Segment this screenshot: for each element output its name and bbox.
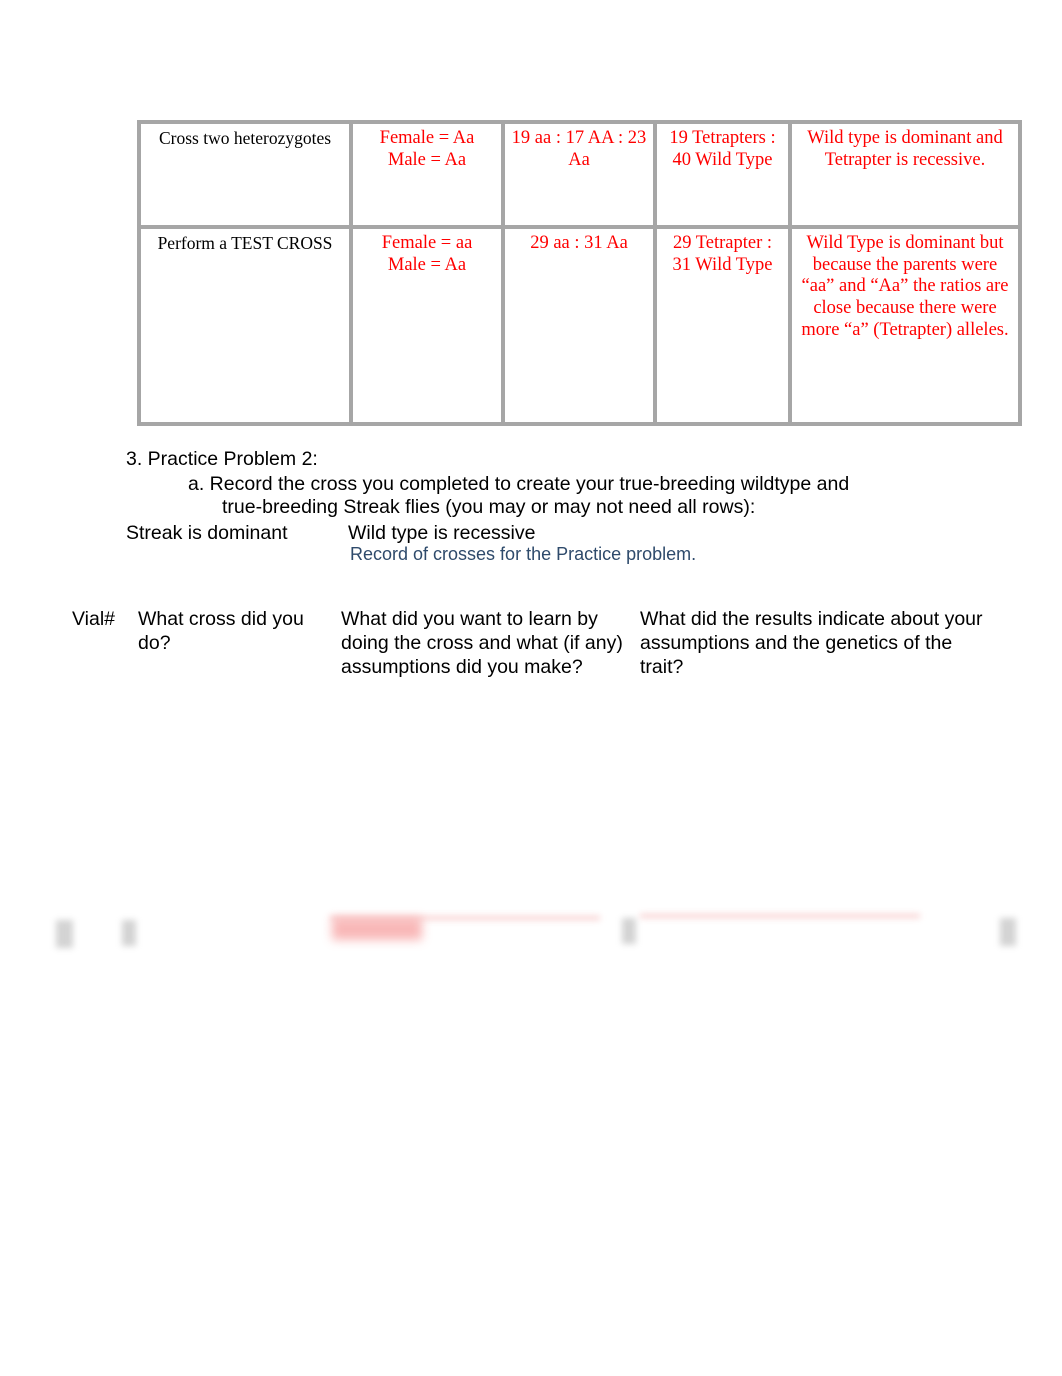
- table-row: Cross two heterozygotes Female = Aa Male…: [137, 120, 1022, 229]
- practice-problem-item-a-line2: true-breeding Streak flies (you may or m…: [222, 496, 756, 518]
- cell-cross-label: Perform a TEST CROSS: [137, 225, 353, 426]
- column-header-cross: What cross did you do?: [138, 608, 304, 654]
- artifact-mark: [332, 918, 422, 940]
- practice-problem-item-a-line1: a. Record the cross you completed to cre…: [188, 473, 850, 495]
- cell-conclusion: Wild type is dominant and Tetrapter is r…: [788, 120, 1022, 229]
- artifact-mark: [56, 920, 73, 948]
- practice-problem-heading: 3. Practice Problem 2:: [126, 448, 318, 470]
- artifact-mark: [640, 914, 920, 918]
- cell-cross-label: Cross two heterozygotes: [137, 120, 353, 229]
- artifact-mark: [622, 918, 636, 944]
- column-header-vial: Vial#: [72, 608, 116, 630]
- column-header-learn: What did you want to learn by doing the …: [341, 608, 623, 678]
- record-table-caption: Record of crosses for the Practice probl…: [350, 544, 697, 564]
- cell-phenotype-ratio: 29 Tetrapter : 31 Wild Type: [653, 225, 792, 426]
- artifact-mark: [122, 920, 136, 946]
- cross-results-table: Cross two heterozygotes Female = Aa Male…: [137, 120, 1022, 426]
- table-row: Perform a TEST CROSS Female = aa Male = …: [137, 225, 1022, 426]
- artifact-mark: [1000, 918, 1016, 946]
- cell-conclusion: Wild Type is dominant but because the pa…: [788, 225, 1022, 426]
- cell-genotype-ratio: 29 aa : 31 Aa: [501, 225, 657, 426]
- wildtype-recessive-note: Wild type is recessive: [348, 522, 536, 544]
- cell-phenotype-ratio: 19 Tetrapters : 40 Wild Type: [653, 120, 792, 229]
- cell-parents: Female = aa Male = Aa: [349, 225, 505, 426]
- column-header-results: What did the results indicate about your…: [640, 608, 983, 678]
- artifact-mark: [330, 916, 600, 920]
- cell-genotype-ratio: 19 aa : 17 AA : 23 Aa: [501, 120, 657, 229]
- streak-dominant-note: Streak is dominant: [126, 522, 288, 544]
- cell-parents: Female = Aa Male = Aa: [349, 120, 505, 229]
- page-break-artifacts: [0, 880, 1062, 990]
